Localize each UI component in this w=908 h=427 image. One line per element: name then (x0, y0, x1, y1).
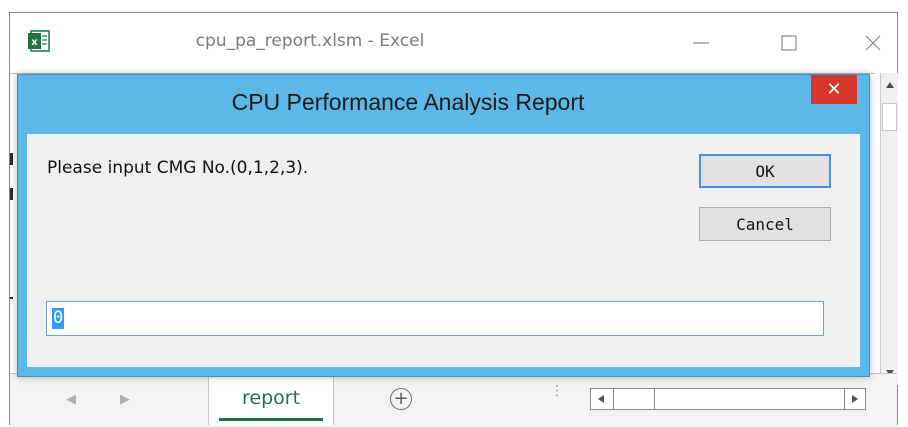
close-icon (865, 35, 881, 51)
cancel-button[interactable]: Cancel (699, 207, 831, 241)
dialog-title: CPU Performance Analysis Report (231, 89, 585, 115)
maximize-icon (781, 35, 797, 51)
window-title: cpu_pa_report.xlsm - Excel (195, 31, 425, 51)
tab-splitter-handle[interactable]: ⋮ (550, 384, 564, 410)
cell-border-fragment (10, 153, 13, 165)
cell-border-fragment (10, 297, 13, 299)
scroll-right-button[interactable] (844, 389, 865, 409)
cell-border-fragment (10, 188, 13, 200)
dialog-close-button[interactable]: ✕ (811, 75, 857, 104)
horizontal-scrollbar[interactable] (590, 388, 866, 410)
triangle-right-icon (852, 395, 858, 403)
prompt-text: Please input CMG No.(0,1,2,3). (47, 158, 309, 178)
vertical-scrollbar[interactable] (880, 73, 898, 385)
plus-circle-icon: + (393, 388, 409, 409)
input-selected-value: 0 (52, 308, 65, 329)
next-sheet-button[interactable]: ▶ (120, 392, 130, 407)
ok-button[interactable]: OK (699, 154, 831, 188)
scroll-up-button[interactable] (881, 77, 898, 93)
active-tab-indicator (219, 418, 323, 421)
sheet-tab-bar: ◀ ▶ report + ⋮ (10, 373, 897, 427)
minimize-icon (693, 42, 709, 44)
cmg-number-input[interactable]: 0 (46, 301, 824, 336)
sheet-tab-report[interactable]: report (208, 373, 334, 425)
triangle-left-icon (598, 395, 604, 403)
input-dialog: CPU Performance Analysis Report ✕ Please… (17, 74, 870, 377)
maximize-button[interactable] (766, 21, 812, 65)
close-window-button[interactable] (850, 21, 896, 65)
previous-sheet-button[interactable]: ◀ (66, 392, 76, 407)
triangle-up-icon (885, 82, 894, 88)
vertical-scroll-thumb[interactable] (882, 103, 897, 131)
minimize-button[interactable] (678, 21, 724, 65)
add-sheet-button[interactable]: + (390, 388, 412, 410)
sheet-tab-label: report (241, 387, 301, 409)
horizontal-scroll-thumb[interactable] (613, 389, 655, 409)
scroll-left-button[interactable] (591, 389, 611, 409)
close-icon: ✕ (826, 79, 842, 100)
title-bar: x cpu_pa_report.xlsm - Excel (10, 13, 897, 73)
